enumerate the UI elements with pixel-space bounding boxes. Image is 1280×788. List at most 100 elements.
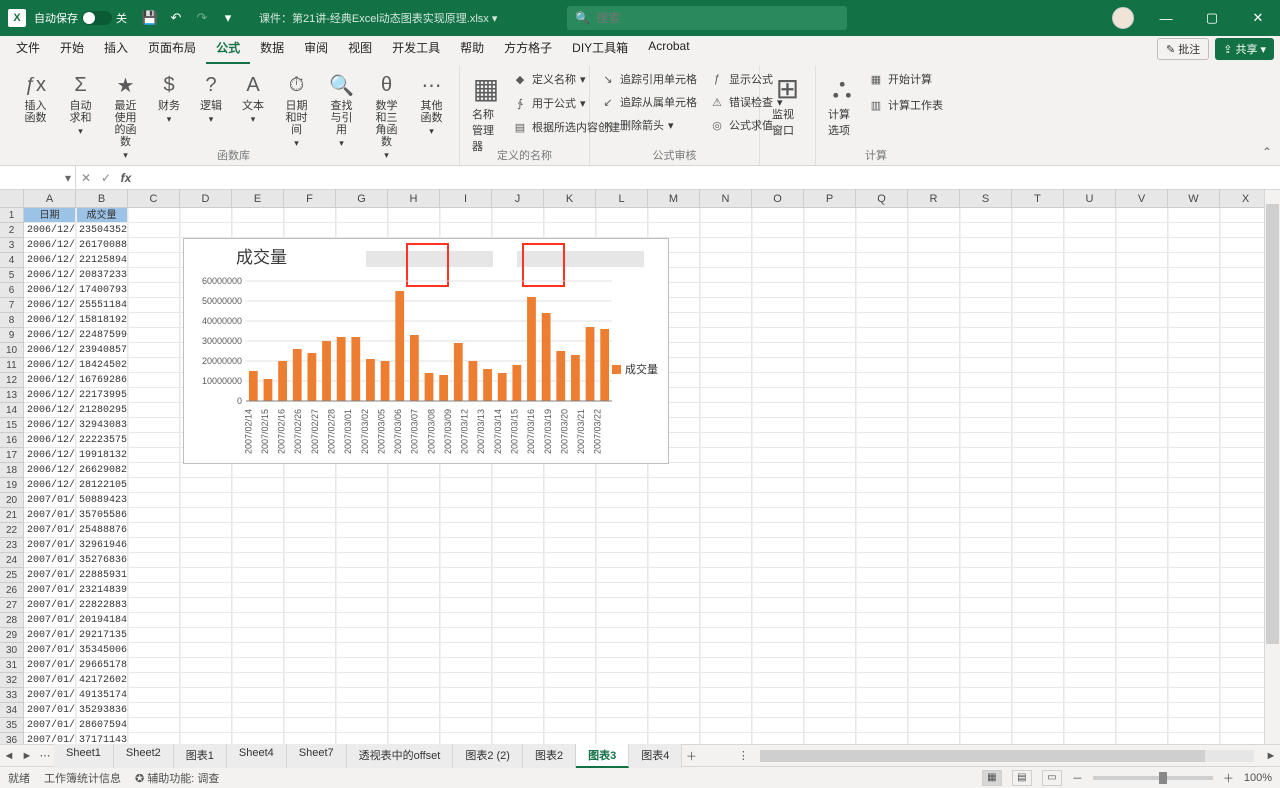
cell[interactable]	[388, 658, 440, 672]
cell[interactable]	[1012, 283, 1064, 297]
cell[interactable]	[492, 718, 544, 732]
cell[interactable]	[544, 583, 596, 597]
col-header[interactable]: T	[1012, 190, 1064, 207]
cell[interactable]	[960, 343, 1012, 357]
cell[interactable]	[388, 733, 440, 744]
cell[interactable]	[492, 583, 544, 597]
row-header[interactable]: 6	[0, 283, 23, 298]
cell[interactable]	[1168, 313, 1220, 327]
cell[interactable]	[856, 568, 908, 582]
cell[interactable]	[1064, 703, 1116, 717]
horizontal-scrollbar[interactable]	[760, 750, 1254, 762]
cell[interactable]	[804, 688, 856, 702]
cell[interactable]	[128, 493, 180, 507]
cell[interactable]: 2007/01/26	[24, 733, 76, 744]
cell[interactable]: 29665178	[76, 658, 128, 672]
cell[interactable]	[856, 538, 908, 552]
maximize-icon[interactable]: ▢	[1198, 10, 1226, 26]
cell[interactable]	[128, 253, 180, 267]
cell[interactable]	[960, 463, 1012, 477]
cell[interactable]	[128, 658, 180, 672]
cell[interactable]	[388, 208, 440, 222]
ribbon-tab-审阅[interactable]: 审阅	[294, 33, 338, 64]
accessibility-status[interactable]: ✪ 辅助功能: 调查	[135, 770, 219, 786]
cell[interactable]	[648, 703, 700, 717]
cell[interactable]	[1116, 523, 1168, 537]
cell[interactable]	[336, 628, 388, 642]
ribbon-tab-DIY工具箱[interactable]: DIY工具箱	[562, 33, 638, 64]
cell[interactable]	[1168, 493, 1220, 507]
cell[interactable]	[128, 208, 180, 222]
cell[interactable]	[856, 343, 908, 357]
cell[interactable]	[180, 523, 232, 537]
cell[interactable]	[388, 643, 440, 657]
cell[interactable]	[128, 568, 180, 582]
cell[interactable]	[596, 628, 648, 642]
cell[interactable]	[1012, 598, 1064, 612]
cell[interactable]	[752, 628, 804, 642]
cell[interactable]	[284, 208, 336, 222]
row-header[interactable]: 9	[0, 328, 23, 343]
row-header[interactable]: 33	[0, 688, 23, 703]
cell[interactable]	[1168, 688, 1220, 702]
cell[interactable]	[804, 583, 856, 597]
cell[interactable]	[1116, 418, 1168, 432]
table-row[interactable]: 2007/01/0450889423	[24, 493, 1280, 508]
ribbon-tab-插入[interactable]: 插入	[94, 33, 138, 64]
cell[interactable]	[1168, 298, 1220, 312]
save-icon[interactable]: 💾	[141, 9, 159, 27]
next-sheet-icon[interactable]: ►	[18, 750, 36, 762]
cell[interactable]	[648, 523, 700, 537]
cell[interactable]	[232, 493, 284, 507]
cell[interactable]	[1064, 643, 1116, 657]
cell[interactable]	[856, 253, 908, 267]
cell[interactable]	[752, 343, 804, 357]
cell[interactable]	[1012, 658, 1064, 672]
search-input[interactable]	[596, 11, 839, 25]
cell[interactable]	[232, 598, 284, 612]
cell[interactable]	[440, 523, 492, 537]
cell[interactable]: 2007/01/22	[24, 673, 76, 687]
cell[interactable]: 2006/12/08	[24, 253, 76, 267]
cell[interactable]	[232, 553, 284, 567]
table-row[interactable]: 2007/01/1835345006	[24, 643, 1280, 658]
cell[interactable]	[700, 583, 752, 597]
cell[interactable]	[128, 418, 180, 432]
cell[interactable]	[388, 718, 440, 732]
cell[interactable]	[856, 673, 908, 687]
cell[interactable]	[180, 598, 232, 612]
zoom-level[interactable]: 100%	[1244, 772, 1272, 784]
cell[interactable]	[752, 598, 804, 612]
cell[interactable]	[544, 538, 596, 552]
cell[interactable]	[232, 223, 284, 237]
row-header[interactable]: 2	[0, 223, 23, 238]
cell[interactable]	[1168, 433, 1220, 447]
ribbon-tab-公式[interactable]: 公式	[206, 33, 250, 64]
cell[interactable]	[232, 583, 284, 597]
row-header[interactable]: 35	[0, 718, 23, 733]
cell[interactable]	[180, 223, 232, 237]
cell[interactable]	[908, 433, 960, 447]
table-row[interactable]: 2007/01/2349135174	[24, 688, 1280, 703]
cell[interactable]	[804, 658, 856, 672]
cell[interactable]	[960, 643, 1012, 657]
cell[interactable]	[128, 373, 180, 387]
cell[interactable]	[804, 283, 856, 297]
cell[interactable]	[804, 343, 856, 357]
cell[interactable]	[336, 598, 388, 612]
cell[interactable]	[856, 388, 908, 402]
cell[interactable]	[1012, 313, 1064, 327]
cell[interactable]	[1012, 433, 1064, 447]
cell[interactable]	[284, 583, 336, 597]
row-header[interactable]: 20	[0, 493, 23, 508]
cell[interactable]	[700, 283, 752, 297]
cell[interactable]	[1116, 553, 1168, 567]
cell[interactable]	[752, 223, 804, 237]
row-header[interactable]: 27	[0, 598, 23, 613]
cell[interactable]: 2006/12/12	[24, 283, 76, 297]
cell[interactable]: 2006/12/22	[24, 403, 76, 417]
cell[interactable]	[908, 478, 960, 492]
cell[interactable]	[284, 628, 336, 642]
cell[interactable]	[128, 718, 180, 732]
cell[interactable]	[752, 298, 804, 312]
